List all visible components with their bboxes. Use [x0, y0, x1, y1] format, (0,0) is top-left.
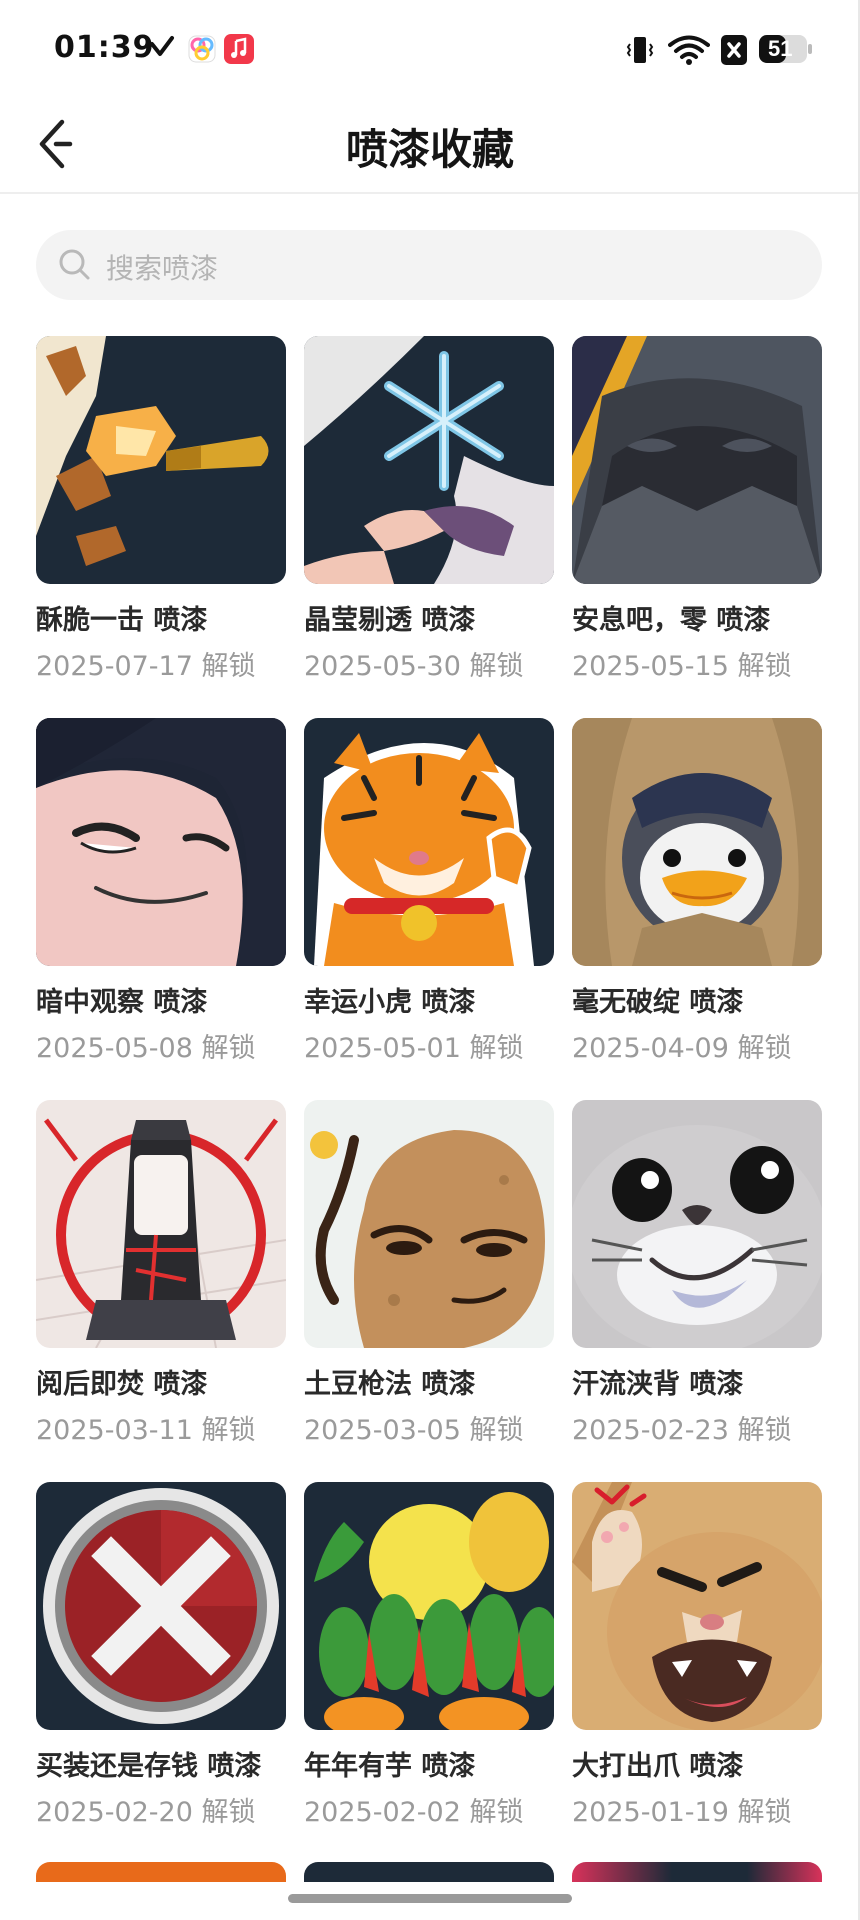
spray-image-penguin-hood[interactable]: [572, 718, 822, 966]
spray-name: 汗流浃背 喷漆: [572, 1369, 744, 1400]
spray-card[interactable]: 暗中观察 喷漆 2025-05-08 解锁: [36, 718, 286, 1088]
spray-image-red-x-button[interactable]: [36, 1482, 286, 1730]
spray-card[interactable]: 大打出爪 喷漆 2025-01-19 解锁: [572, 1482, 822, 1852]
battery-level: 51: [768, 36, 793, 61]
home-indicator[interactable]: [288, 1894, 572, 1903]
spray-name: 暗中观察 喷漆: [36, 987, 208, 1018]
spray-image-bullet[interactable]: [36, 336, 286, 584]
spray-card-partial[interactable]: [36, 1862, 286, 1882]
spray-card[interactable]: 买装还是存钱 喷漆 2025-02-20 解锁: [36, 1482, 286, 1852]
page-title: 喷漆收藏: [345, 125, 514, 174]
spray-card[interactable]: 土豆枪法 喷漆 2025-03-05 解锁: [304, 1100, 554, 1470]
spray-card[interactable]: 毫无破绽 喷漆 2025-04-09 解锁: [572, 718, 822, 1088]
spray-name: 年年有芋 喷漆: [304, 1751, 476, 1782]
spray-card[interactable]: 晶莹剔透 喷漆 2025-05-30 解锁: [304, 336, 554, 706]
spray-unlock-date: 2025-01-19 解锁: [572, 1797, 792, 1828]
status-bar: 01:39 51: [0, 0, 860, 100]
spray-name: 晶莹剔透 喷漆: [304, 605, 476, 636]
spray-unlock-date: 2025-03-11 解锁: [36, 1415, 256, 1446]
spray-card[interactable]: 幸运小虎 喷漆 2025-05-01 解锁: [304, 718, 554, 1088]
spray-name: 阅后即焚 喷漆: [36, 1369, 208, 1400]
spray-card[interactable]: 安息吧，零 喷漆 2025-05-15 解锁: [572, 336, 822, 706]
spray-unlock-date: 2025-05-01 解锁: [304, 1033, 524, 1064]
search-input[interactable]: 搜索喷漆: [106, 247, 218, 287]
music-app-icon: [224, 34, 254, 68]
spray-image-masked-face[interactable]: [572, 336, 822, 584]
spray-name: 大打出爪 喷漆: [572, 1751, 744, 1782]
spray-card[interactable]: 阅后即焚 喷漆 2025-03-11 解锁: [36, 1100, 286, 1470]
spray-unlock-date: 2025-05-08 解锁: [36, 1033, 256, 1064]
spray-image-seal[interactable]: [572, 1100, 822, 1348]
spray-name: 酥脆一击 喷漆: [36, 605, 208, 636]
spray-unlock-date: 2025-05-15 解锁: [572, 651, 792, 682]
spray-card-partial[interactable]: [572, 1862, 822, 1882]
status-time: 01:39: [54, 30, 155, 65]
spray-card[interactable]: 汗流浃背 喷漆 2025-02-23 解锁: [572, 1100, 822, 1470]
spray-image-snowflake[interactable]: [304, 336, 554, 584]
spray-card[interactable]: 酥脆一击 喷漆 2025-07-17 解锁: [36, 336, 286, 706]
spray-image-smug-potato[interactable]: [304, 1100, 554, 1348]
spray-unlock-date: 2025-02-20 解锁: [36, 1797, 256, 1828]
search-icon: [58, 248, 92, 286]
colorful-app-icon: [187, 34, 217, 68]
check-icon: [148, 34, 176, 66]
spray-unlock-date: 2025-05-30 解锁: [304, 651, 524, 682]
spray-name: 幸运小虎 喷漆: [304, 987, 476, 1018]
sim-off-icon: [720, 34, 748, 70]
spray-image-angry-cat[interactable]: [572, 1482, 822, 1730]
spray-card[interactable]: 年年有芋 喷漆 2025-02-02 解锁: [304, 1482, 554, 1852]
spray-unlock-date: 2025-04-09 解锁: [572, 1033, 792, 1064]
search-bar[interactable]: 搜索喷漆: [36, 230, 822, 300]
wifi-icon: [668, 34, 710, 70]
nav-bar: 喷漆收藏: [0, 100, 860, 194]
spray-image-veggie-basket[interactable]: [304, 1482, 554, 1730]
spray-name: 安息吧，零 喷漆: [572, 605, 771, 636]
spray-image-peeking-face[interactable]: [36, 718, 286, 966]
spray-unlock-date: 2025-02-02 解锁: [304, 1797, 524, 1828]
spray-unlock-date: 2025-02-23 解锁: [572, 1415, 792, 1446]
spray-name: 毫无破绽 喷漆: [572, 987, 744, 1018]
spray-image-red-tower[interactable]: [36, 1100, 286, 1348]
spray-unlock-date: 2025-07-17 解锁: [36, 651, 256, 682]
vibrate-icon: [624, 34, 656, 70]
spray-unlock-date: 2025-03-05 解锁: [304, 1415, 524, 1446]
spray-name: 土豆枪法 喷漆: [304, 1369, 476, 1400]
spray-name: 买装还是存钱 喷漆: [36, 1751, 262, 1782]
spray-card-partial[interactable]: [304, 1862, 554, 1882]
spray-image-lucky-tiger[interactable]: [304, 718, 554, 966]
